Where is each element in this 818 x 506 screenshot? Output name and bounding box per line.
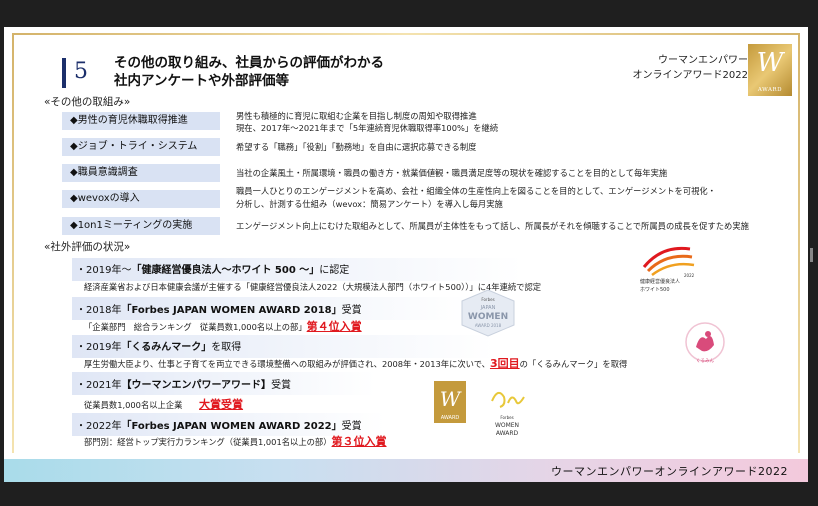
eval-sub-text: 部門別：経営トップ実行力ランキング（従業員1,001名以上の部） (84, 437, 332, 447)
initiative-desc-survey: 当社の企業風土・所属環境・職員の働き方・就業価値観・職員満足度等の現状を確認する… (236, 168, 668, 178)
forbes2018-line1: Forbes (481, 297, 494, 302)
forbes2022-line2: WOMEN (495, 422, 519, 429)
slide-title-line2: 社内アンケートや外部評価等 (114, 73, 289, 89)
eval-sub-2018-forbes: 「企業部門 総合ランキング 従業員数1,000名以上の部」第４位入賞 (84, 318, 362, 334)
eval-year: ・2018年 (76, 305, 122, 316)
brand-line1: ウーマンエンパワー (658, 55, 748, 66)
brand-name: ウーマンエンパワー オンラインアワード2022 (622, 53, 748, 83)
forbes2018-line4: AWARD 2018 (475, 323, 502, 328)
eval-title: 「Forbes JAPAN WOMEN AWARD 2018」 (121, 305, 342, 316)
initiative-label-survey: ◆職員意識調査 (62, 164, 220, 182)
eval-sub-2021-womanempower: 従業員数1,000名以上企業 大賞受賞 (84, 396, 243, 412)
eval-status: を取得 (211, 342, 242, 353)
initiative-desc-wevox-2: 分析し、計測する仕組み（wevox：簡易アンケート）を導入し毎月実施 (236, 199, 503, 209)
health-mark-caption1: 健康経営優良法人 (640, 278, 680, 285)
eval-title: 「くるみんマーク」 (121, 342, 212, 353)
award-logo-text: AWARD (757, 87, 783, 93)
eval-sub-text: 厚生労働大臣より、仕事と子育てを両立できる環境整備への取組みが評価され、2008… (84, 359, 490, 369)
initiative-desc-1on1: エンゲージメント向上にむけた取組みとして、所属員が主体性をもって話し、所属長がそ… (236, 221, 749, 231)
initiative-label-wevox: ◆wevoxの導入 (62, 190, 220, 208)
eval-highlight: 大賞受賞 (199, 398, 244, 411)
eval-year: ・2021年 (76, 380, 122, 391)
kurumin-text: くるみん (696, 358, 714, 364)
eval-highlight: 3回目 (489, 357, 520, 370)
eval-sub-text: 従業員数1,000名以上企業 (84, 400, 183, 410)
health-management-mark: 2022 健康経営優良法人 ホワイト500 (640, 246, 695, 293)
eval-year: ・2019年～ (76, 265, 132, 276)
eval-head-2019-kurumin: ・2019年「くるみんマーク」を取得 (76, 338, 241, 353)
eval-head-2019-health: ・2019年～「健康経営優良法人～ホワイト 500 ～」に認定 (76, 261, 349, 276)
eval-status: に認定 (319, 265, 350, 276)
eval-sub-text-post: の「くるみんマーク」を取得 (519, 359, 628, 369)
eval-year: ・2022年 (76, 421, 122, 432)
eval-title: 【ウーマンエンパワーアワード】 (121, 380, 272, 391)
slide-title-line1: その他の取り組み、社員からの評価がわかる (114, 55, 384, 71)
brand-line2: オンラインアワード2022 (632, 70, 748, 81)
eval-head-2021-womanempower: ・2021年【ウーマンエンパワーアワード】受賞 (76, 376, 291, 391)
gold-frame-right (798, 33, 800, 453)
other-initiatives-heading: «その他の取組み» (44, 96, 131, 108)
eval-highlight: 第３位入賞 (331, 435, 387, 448)
award2021-text: AWARD (441, 415, 460, 421)
svg-text:W: W (440, 387, 462, 411)
award-2021-logo: W AWARD (434, 381, 466, 423)
eval-sub-2022-forbes: 部門別：経営トップ実行力ランキング（従業員1,001名以上の部）第３位入賞 (84, 433, 387, 449)
eval-head-2018-forbes: ・2018年「Forbes JAPAN WOMEN AWARD 2018」受賞 (76, 301, 362, 316)
eval-highlight: 第４位入賞 (306, 320, 362, 333)
health-mark-year: 2022 (684, 273, 695, 278)
forbes2022-line3: AWARD (496, 430, 519, 437)
initiative-desc-paternity-1: 男性も積極的に育児に取組む企業を目指し制度の周知や取得推進 (236, 111, 477, 121)
eval-title: 「Forbes JAPAN WOMEN AWARD 2022」 (121, 421, 342, 432)
footer-text: ウーマンエンパワーオンラインアワード2022 (551, 465, 788, 478)
initiative-label-paternity: ◆男性の育児休職取得推進 (62, 112, 220, 130)
external-eval-heading: «社外評価の状況» (44, 241, 131, 253)
eval-status: 受賞 (341, 421, 362, 432)
section-number: 5 (74, 59, 88, 84)
kurumin-mark: くるみん (685, 322, 725, 364)
eval-head-2022-forbes: ・2022年「Forbes JAPAN WOMEN AWARD 2022」受賞 (76, 417, 362, 432)
initiative-desc-job-try: 希望する「職務」「役割」「勤務地」を自由に選択応募できる制度 (236, 142, 477, 152)
section-number-bar (62, 58, 66, 88)
initiative-desc-paternity-2: 現在、2017年～2021年まで「5年連続育児休職取得率100%」を継続 (236, 123, 499, 133)
eval-status: 受賞 (271, 380, 292, 391)
initiative-label-job-try: ◆ジョブ・トライ・システム (62, 138, 220, 156)
eval-sub-2019-kurumin: 厚生労働大臣より、仕事と子育てを両立できる環境整備への取組みが評価され、2008… (84, 355, 627, 371)
health-mark-caption2: ホワイト500 (640, 287, 670, 293)
forbes-2018-badge: Forbes JAPAN WOMEN AWARD 2018 (461, 289, 515, 337)
initiative-desc-wevox-1: 職員一人ひとりのエンゲージメントを高め、会社・組織全体の生産性向上を図ることを目… (236, 186, 716, 196)
forbes2018-line3: WOMEN (468, 312, 508, 322)
initiative-label-1on1: ◆1on1ミーティングの実施 (62, 217, 220, 235)
award-logo: W AWARD (748, 44, 792, 96)
eval-sub-text: 「企業部門 総合ランキング 従業員数1,000名以上の部」 (84, 322, 307, 332)
forbes2022-line1: Forbes (500, 415, 513, 420)
eval-title: 「健康経営優良法人～ホワイト 500 ～」 (131, 265, 320, 276)
gold-frame-top (12, 33, 800, 35)
eval-status: 受賞 (341, 305, 362, 316)
forbes2018-line2: JAPAN (480, 305, 496, 311)
slide: 5 その他の取り組み、社員からの評価がわかる 社内アンケートや外部評価等 ウーマ… (4, 27, 808, 482)
footer-band: ウーマンエンパワーオンラインアワード2022 (4, 459, 808, 482)
scroll-indicator[interactable] (810, 248, 813, 262)
forbes-2022-badge: Forbes WOMEN AWARD (491, 391, 525, 437)
slide-title: その他の取り組み、社員からの評価がわかる 社内アンケートや外部評価等 (114, 54, 384, 90)
eval-year: ・2019年 (76, 342, 122, 353)
gold-frame-left (12, 33, 14, 453)
